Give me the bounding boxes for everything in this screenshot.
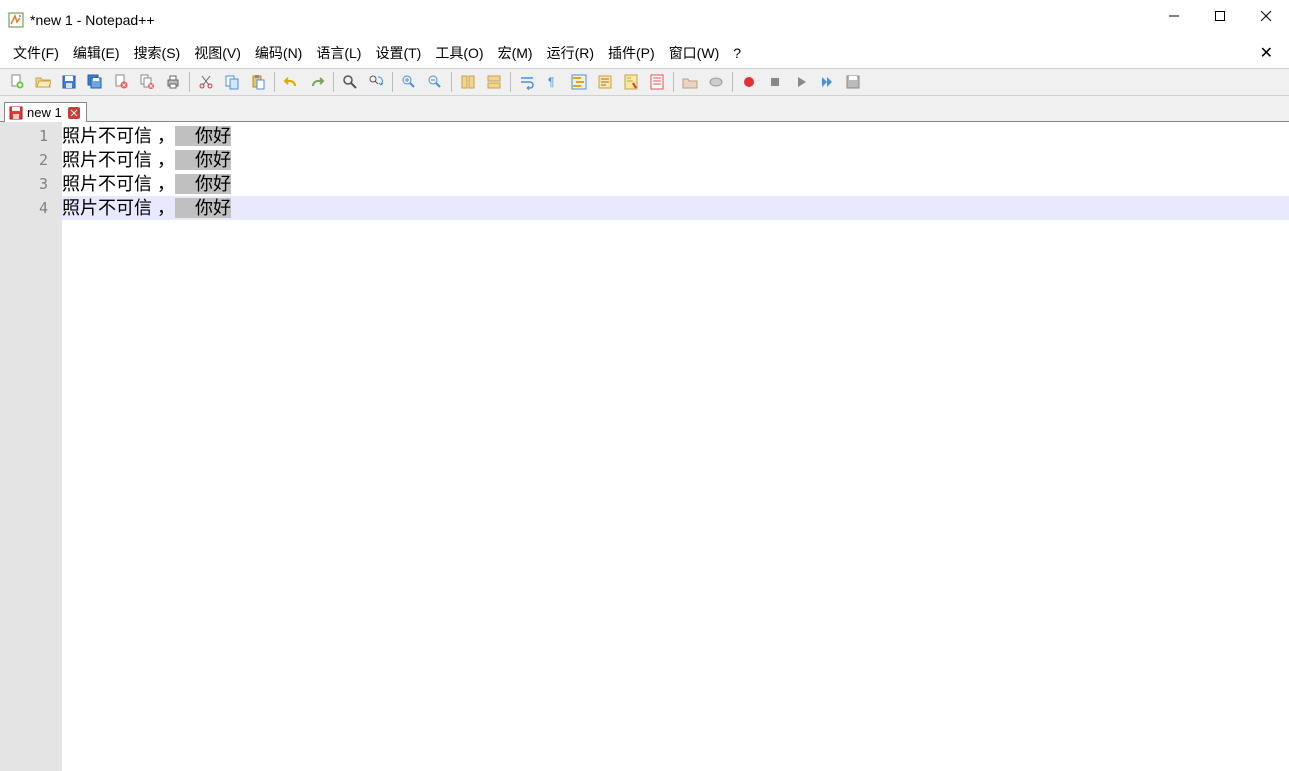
macro-save-button[interactable] [840, 70, 866, 94]
close-window-button[interactable] [1243, 0, 1289, 32]
macro-stop-button[interactable] [762, 70, 788, 94]
toolbar: ¶ [0, 68, 1289, 96]
minimize-button[interactable] [1151, 0, 1197, 32]
redo-button[interactable] [304, 70, 330, 94]
menu-window[interactable]: 窗口(W) [662, 41, 727, 65]
text-area[interactable]: 照片不可信 ， 你好 照片不可信 ， 你好 照片不可信 ， 你好 照片不可信 ，… [62, 122, 1289, 771]
paste-button[interactable] [245, 70, 271, 94]
app-icon [8, 12, 24, 28]
editor[interactable]: 1 2 3 4 照片不可信 ， 你好 照片不可信 ， 你好 照片不可信 ， 你好… [0, 122, 1289, 771]
close-all-button[interactable] [134, 70, 160, 94]
save-button[interactable] [56, 70, 82, 94]
menu-tools[interactable]: 工具(O) [428, 41, 490, 65]
line-number: 3 [0, 172, 62, 196]
titlebar: *new 1 - Notepad++ [0, 0, 1289, 40]
indent-guide-button[interactable] [566, 70, 592, 94]
toolbar-separator [333, 72, 334, 92]
unsaved-icon [9, 106, 23, 120]
toolbar-separator [510, 72, 511, 92]
replace-button[interactable] [363, 70, 389, 94]
undo-button[interactable] [278, 70, 304, 94]
menu-language[interactable]: 语言(L) [309, 41, 368, 65]
sync-horizontal-button[interactable] [481, 70, 507, 94]
user-lang-button[interactable] [592, 70, 618, 94]
tab-new-1[interactable]: new 1 [4, 102, 87, 122]
toolbar-separator [189, 72, 190, 92]
line-number: 2 [0, 148, 62, 172]
toolbar-separator [274, 72, 275, 92]
menu-run[interactable]: 运行(R) [540, 41, 601, 65]
toolbar-separator [732, 72, 733, 92]
print-button[interactable] [160, 70, 186, 94]
window-controls [1151, 0, 1289, 40]
tab-label: new 1 [27, 105, 62, 120]
folder-workspace-button[interactable] [703, 70, 729, 94]
maximize-button[interactable] [1197, 0, 1243, 32]
editor-line[interactable]: 照片不可信 ， 你好 [62, 124, 1289, 148]
toolbar-separator [673, 72, 674, 92]
menu-view[interactable]: 视图(V) [187, 41, 248, 65]
toolbar-separator [451, 72, 452, 92]
window-title: *new 1 - Notepad++ [30, 12, 1151, 28]
editor-line[interactable]: 照片不可信 ， 你好 [62, 172, 1289, 196]
zoom-out-button[interactable] [422, 70, 448, 94]
line-number: 1 [0, 124, 62, 148]
editor-line[interactable]: 照片不可信 ， 你好 [62, 196, 1289, 220]
word-wrap-button[interactable] [514, 70, 540, 94]
toolbar-separator [392, 72, 393, 92]
menu-macro[interactable]: 宏(M) [491, 41, 540, 65]
macro-play-button[interactable] [788, 70, 814, 94]
function-list-button[interactable] [677, 70, 703, 94]
menubar-close-button[interactable]: ✕ [1250, 41, 1283, 65]
menu-search[interactable]: 搜索(S) [127, 41, 188, 65]
show-all-chars-button[interactable]: ¶ [540, 70, 566, 94]
open-file-button[interactable] [30, 70, 56, 94]
copy-button[interactable] [219, 70, 245, 94]
macro-record-button[interactable] [736, 70, 762, 94]
macro-play-multi-button[interactable] [814, 70, 840, 94]
cut-button[interactable] [193, 70, 219, 94]
menu-plugins[interactable]: 插件(P) [601, 41, 662, 65]
tabbar: new 1 [0, 96, 1289, 122]
menubar: 文件(F) 编辑(E) 搜索(S) 视图(V) 编码(N) 语言(L) 设置(T… [0, 40, 1289, 68]
sync-vertical-button[interactable] [455, 70, 481, 94]
menu-edit[interactable]: 编辑(E) [66, 41, 127, 65]
svg-text:¶: ¶ [548, 75, 554, 89]
menu-settings[interactable]: 设置(T) [368, 41, 428, 65]
menu-encoding[interactable]: 编码(N) [248, 41, 309, 65]
doc-list-button[interactable] [644, 70, 670, 94]
menu-help[interactable]: ? [726, 43, 748, 63]
zoom-in-button[interactable] [396, 70, 422, 94]
tab-close-button[interactable] [68, 107, 80, 119]
editor-line[interactable]: 照片不可信 ， 你好 [62, 148, 1289, 172]
new-file-button[interactable] [4, 70, 30, 94]
line-number-gutter: 1 2 3 4 [0, 122, 62, 771]
line-number: 4 [0, 196, 62, 220]
menu-file[interactable]: 文件(F) [6, 41, 66, 65]
save-all-button[interactable] [82, 70, 108, 94]
find-button[interactable] [337, 70, 363, 94]
close-file-button[interactable] [108, 70, 134, 94]
doc-map-button[interactable] [618, 70, 644, 94]
